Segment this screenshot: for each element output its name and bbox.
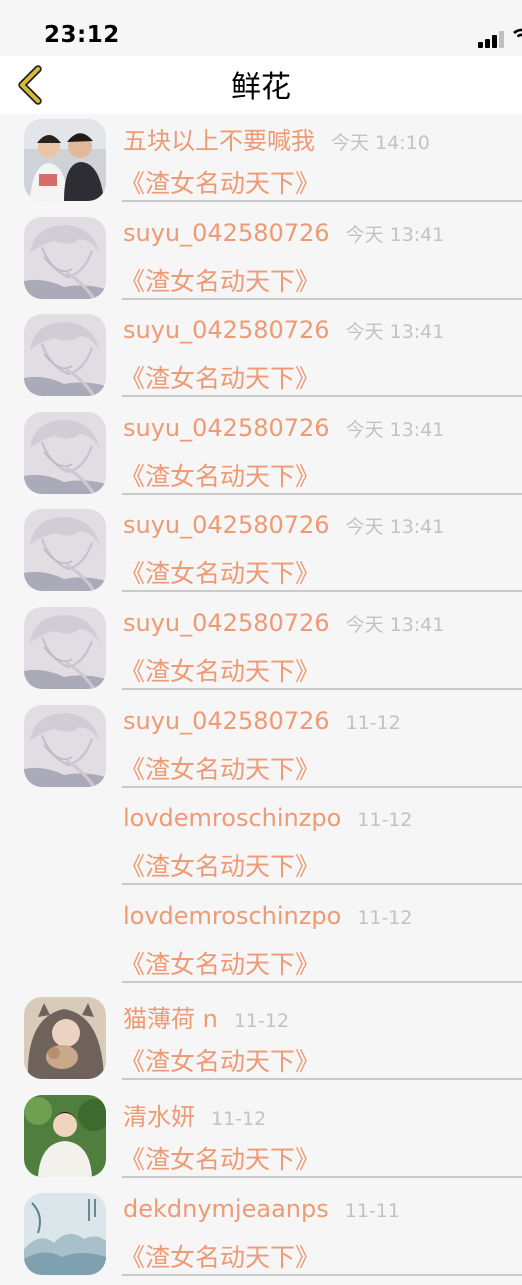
list-item[interactable]: dekdnymjeaanps 11-11 《渣女名动天下》 xyxy=(0,1188,522,1285)
timestamp: 11-12 xyxy=(233,1010,290,1033)
navigation-bar: 鲜花 xyxy=(0,56,522,114)
list-item[interactable]: 清水妍 11-12 《渣女名动天下》 xyxy=(0,1090,522,1188)
flower-list: 五块以上不要喊我 今天 14:10 《渣女名动天下》 suyu_042580726 今… xyxy=(0,114,522,1285)
divider xyxy=(122,1078,522,1081)
name-line: lovdemroschinzpo 11-12 xyxy=(123,804,412,832)
timestamp: 11-12 xyxy=(357,809,413,832)
username[interactable]: lovdemroschinzpo xyxy=(123,804,341,832)
divider xyxy=(122,883,522,886)
timestamp: 今天 13:41 xyxy=(345,516,445,539)
book-title[interactable]: 《渣女名动天下》 xyxy=(120,457,320,493)
timestamp: 今天 13:41 xyxy=(345,223,445,246)
name-line: suyu_042580726 今天 13:41 xyxy=(123,219,444,247)
book-title[interactable]: 《渣女名动天下》 xyxy=(120,554,320,590)
book-title[interactable]: 《渣女名动天下》 xyxy=(120,652,320,688)
name-line: suyu_042580726 今天 13:41 xyxy=(123,609,444,637)
username[interactable]: suyu_042580726 xyxy=(123,316,330,344)
avatar[interactable] xyxy=(24,509,106,592)
divider xyxy=(122,492,522,495)
list-item[interactable]: suyu_042580726 今天 13:41 《渣女名动天下》 xyxy=(0,504,522,602)
divider xyxy=(122,980,522,983)
name-line: suyu_042580726 今天 13:41 xyxy=(123,414,444,442)
book-title[interactable]: 《渣女名动天下》 xyxy=(120,262,320,298)
avatar[interactable] xyxy=(24,606,106,689)
wifi-icon xyxy=(512,24,522,44)
avatar[interactable] xyxy=(24,704,106,787)
name-line: suyu_042580726 今天 13:41 xyxy=(123,511,444,539)
avatar[interactable] xyxy=(24,314,106,397)
timestamp: 今天 14:10 xyxy=(331,132,430,154)
username[interactable]: suyu_042580726 xyxy=(123,511,330,539)
username[interactable]: 五块以上不要喊我 xyxy=(123,127,315,155)
avatar[interactable] xyxy=(24,1192,106,1275)
name-line: dekdnymjeaanps 11-11 xyxy=(123,1195,400,1223)
username[interactable]: 清水妍 xyxy=(123,1103,195,1131)
username[interactable]: suyu_042580726 xyxy=(123,414,330,442)
book-title[interactable]: 《渣女名动天下》 xyxy=(120,359,320,395)
list-item[interactable]: 五块以上不要喊我 今天 14:10 《渣女名动天下》 xyxy=(0,114,522,212)
list-item[interactable]: lovdemroschinzpo 11-12 《渣女名动天下》 xyxy=(0,895,522,993)
avatar[interactable] xyxy=(24,1094,106,1177)
list-item[interactable]: 猫薄荷 n 11-12 《渣女名动天下》 xyxy=(0,992,522,1090)
avatar[interactable] xyxy=(24,997,106,1080)
book-title[interactable]: 《渣女名动天下》 xyxy=(120,847,320,883)
username[interactable]: suyu_042580726 xyxy=(123,707,330,735)
list-item[interactable]: lovdemroschinzpo 11-12 《渣女名动天下》 xyxy=(0,797,522,895)
list-item[interactable]: suyu_042580726 今天 13:41 《渣女名动天下》 xyxy=(0,602,522,700)
name-line: 清水妍 11-12 xyxy=(123,1097,266,1132)
username[interactable]: 猫薄荷 n xyxy=(123,1005,218,1033)
username[interactable]: suyu_042580726 xyxy=(123,609,330,637)
list-item[interactable]: suyu_042580726 今天 13:41 《渣女名动天下》 xyxy=(0,309,522,407)
divider xyxy=(122,1175,522,1178)
cellular-signal-icon xyxy=(478,28,508,48)
list-item[interactable]: suyu_042580726 今天 13:41 《渣女名动天下》 xyxy=(0,212,522,310)
book-title[interactable]: 《渣女名动天下》 xyxy=(120,945,320,981)
timestamp: 今天 13:41 xyxy=(345,418,445,441)
timestamp: 11-12 xyxy=(357,906,413,929)
name-line: suyu_042580726 今天 13:41 xyxy=(123,316,444,344)
status-time: 23:12 xyxy=(44,22,120,48)
avatar[interactable] xyxy=(24,216,106,299)
divider xyxy=(122,1273,522,1276)
divider xyxy=(122,687,522,690)
divider xyxy=(122,200,522,202)
timestamp: 今天 13:41 xyxy=(345,321,445,344)
divider xyxy=(122,297,522,300)
status-bar: 23:12 xyxy=(0,0,522,56)
username[interactable]: dekdnymjeaanps xyxy=(123,1195,329,1223)
book-title[interactable]: 《渣女名动天下》 xyxy=(120,1140,320,1176)
timestamp: 11-12 xyxy=(211,1107,267,1130)
timestamp: 11-11 xyxy=(344,1199,400,1222)
avatar[interactable] xyxy=(24,411,106,494)
divider xyxy=(122,590,522,593)
username[interactable]: lovdemroschinzpo xyxy=(123,902,341,930)
name-line: lovdemroschinzpo 11-12 xyxy=(123,902,412,930)
name-line: 猫薄荷 n 11-12 xyxy=(123,999,289,1034)
avatar[interactable] xyxy=(24,119,106,201)
book-title[interactable]: 《渣女名动天下》 xyxy=(120,1238,320,1274)
divider xyxy=(122,395,522,398)
book-title[interactable]: 《渣女名动天下》 xyxy=(120,164,320,200)
page-title: 鲜花 xyxy=(231,70,291,105)
list-item[interactable]: suyu_042580726 今天 13:41 《渣女名动天下》 xyxy=(0,407,522,505)
divider xyxy=(122,785,522,788)
name-line: 五块以上不要喊我 今天 14:10 xyxy=(123,121,430,156)
book-title[interactable]: 《渣女名动天下》 xyxy=(120,1042,320,1078)
username[interactable]: suyu_042580726 xyxy=(123,219,330,247)
name-line: suyu_042580726 11-12 xyxy=(123,707,401,735)
timestamp: 今天 13:41 xyxy=(345,613,445,636)
timestamp: 11-12 xyxy=(345,711,401,734)
list-item[interactable]: suyu_042580726 11-12 《渣女名动天下》 xyxy=(0,700,522,798)
book-title[interactable]: 《渣女名动天下》 xyxy=(120,750,320,786)
